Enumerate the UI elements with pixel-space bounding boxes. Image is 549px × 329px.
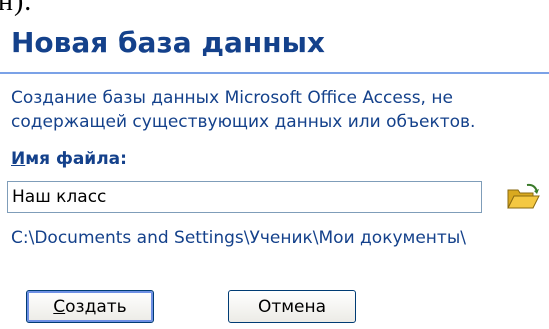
file-name-label-text: мя файла: [25, 149, 127, 169]
create-button-label: оздать [65, 296, 127, 317]
create-button[interactable]: Создать [26, 290, 154, 323]
browse-folder-button[interactable] [505, 182, 541, 212]
create-button-hotkey: С [53, 296, 66, 317]
cancel-button[interactable]: Отмена [228, 290, 356, 323]
panel-title: Новая база данных [11, 26, 325, 59]
save-location-path: C:\Documents and Settings\Ученик\Мои док… [11, 228, 466, 248]
previous-text-fragment: н). [0, 0, 33, 17]
title-divider [0, 72, 549, 74]
folder-open-icon [507, 183, 540, 209]
file-name-input[interactable] [7, 181, 482, 213]
file-name-label: Имя файла: [11, 149, 127, 169]
file-name-label-hotkey: И [11, 149, 26, 169]
panel-description: Создание базы данных Microsoft Office Ac… [11, 88, 476, 132]
